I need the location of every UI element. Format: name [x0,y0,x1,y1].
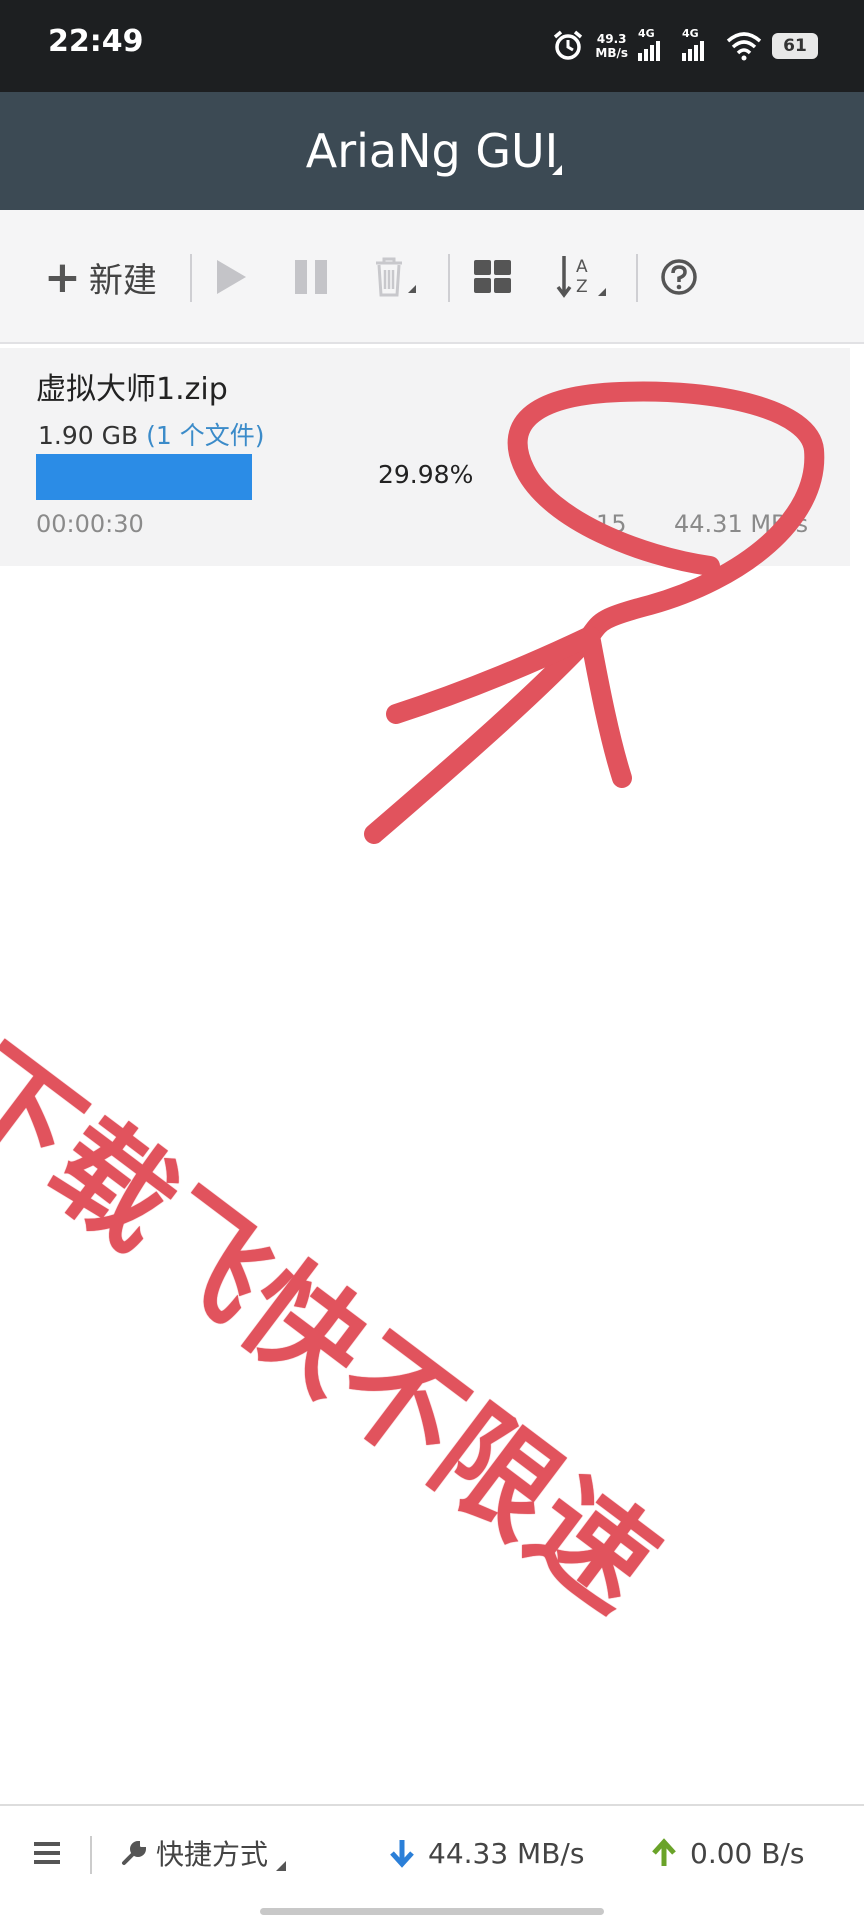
trash-icon [376,257,416,297]
task-file-count-link[interactable]: (1 个文件) [146,421,264,450]
cellular-signal-2-icon: 4G [682,27,716,61]
task-total-size: 1.90 GB [38,421,139,450]
task-file-name[interactable]: 虚拟大师1.zip [36,364,228,408]
start-button[interactable] [214,210,248,344]
task-download-speed: 44.31 MB/s [674,510,809,538]
task-progress-fill [36,454,252,500]
dropdown-caret-icon [276,1861,287,1871]
shortcut-label: 快捷方式 [156,1838,269,1871]
pause-icon [295,260,327,294]
app-title[interactable]: AriaNg GUI [0,92,864,210]
shortcut-menu-button[interactable]: 快捷方式 [120,1806,287,1900]
grid-icon [474,260,511,293]
app-header: AriaNg GUI [0,92,864,210]
svg-text:A: A [576,257,588,277]
play-icon [217,260,246,294]
delete-button[interactable] [372,210,418,344]
status-icons: 49.3 MB/s 4G 4G 61 [551,24,818,68]
bottom-status-bar: 快捷方式 44.33 MB/s 0.00 B/s [0,1804,864,1900]
new-task-button[interactable]: + 新建 [44,210,157,344]
sort-button[interactable]: A Z [556,210,612,344]
svg-text:Z: Z [576,277,588,297]
toolbar: + 新建 A Z [0,210,864,344]
bottom-divider [90,1836,92,1874]
wifi-icon [726,32,762,61]
help-icon [661,259,697,295]
pause-button[interactable] [294,210,328,344]
title-dropdown-caret-icon[interactable] [552,165,562,175]
task-elapsed-time: 00:00:30 [36,510,144,538]
promo-overlay-text: 下载飞快不限速 [0,1021,683,1638]
global-download-speed: 44.33 MB/s [388,1806,584,1900]
global-upload-speed: 0.00 B/s [650,1806,804,1900]
upload-arrow-icon [652,1838,676,1866]
upload-speed-value: 0.00 B/s [690,1836,805,1870]
alarm-icon [554,30,583,60]
toolbar-divider [448,254,450,302]
cellular-signal-1-icon: 4G [638,27,672,61]
plus-icon: + [44,251,81,303]
sort-az-icon: A Z [556,256,606,298]
download-speed-value: 44.33 MB/s [428,1836,585,1870]
task-list-item[interactable]: 虚拟大师1.zip 1.90 GB (1 个文件) 29.98% 00:00:3… [0,348,850,566]
status-time: 22:49 [48,24,144,59]
toolbar-divider [190,254,192,302]
task-progress-percent: 29.98% [378,460,474,489]
wrench-icon [122,1840,147,1865]
download-arrow-icon [390,1840,414,1868]
status-bar: 22:49 49.3 MB/s 4G 4G 61 [0,0,864,92]
new-task-label: 新建 [88,260,157,301]
help-button[interactable] [660,210,698,344]
display-mode-button[interactable] [474,210,512,344]
task-connections: 15 [596,510,627,538]
task-size: 1.90 GB (1 个文件) [38,416,264,452]
home-indicator[interactable] [260,1908,604,1915]
network-speed: 49.3 MB/s [595,32,628,60]
menu-button[interactable] [34,1806,60,1900]
battery-indicator: 61 [772,33,818,59]
toolbar-divider [636,254,638,302]
menu-icon [34,1842,60,1864]
